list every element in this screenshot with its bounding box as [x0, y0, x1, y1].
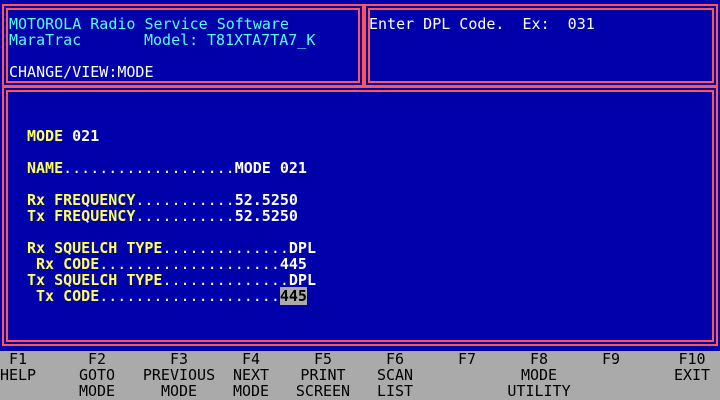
- field-label: Tx CODE: [27, 287, 100, 305]
- function-key-f4[interactable]: F4 NEXT MODE: [211, 351, 291, 399]
- key-label-line1: HELP: [0, 366, 37, 384]
- app-title: MOTOROLA Radio Service Software: [9, 15, 289, 33]
- key-name: F4: [241, 350, 261, 368]
- function-key-f6[interactable]: F6 SCAN LIST: [355, 351, 435, 399]
- key-name: F5: [313, 350, 333, 368]
- key-label-line2: MODE: [232, 382, 270, 400]
- field-label: NAME: [27, 159, 64, 177]
- key-label-line2: [0, 383, 58, 399]
- field-rx-squelch-type[interactable]: Rx SQUELCH TYPE..............DPL: [27, 240, 316, 256]
- key-name: F6: [385, 350, 405, 368]
- field-rx-frequency[interactable]: Rx FREQUENCY...........52.5250: [27, 192, 298, 208]
- field-dots: ...................: [63, 159, 235, 177]
- function-key-f10[interactable]: F10 EXIT: [652, 351, 720, 399]
- key-label-line1: [571, 367, 651, 383]
- function-key-f2[interactable]: F2 GOTO MODE: [57, 351, 137, 399]
- mode-heading: MODE 021: [27, 127, 100, 145]
- key-name: F10: [678, 350, 706, 368]
- product-name: MaraTrac: [9, 31, 82, 49]
- key-name: F9: [601, 350, 621, 368]
- key-label-line2: UTILITY: [507, 382, 571, 400]
- field-tx-squelch-type[interactable]: Tx SQUELCH TYPE..............DPL: [27, 272, 316, 288]
- field-name[interactable]: NAME...................MODE 021: [27, 160, 307, 176]
- field-dots: ....................: [99, 287, 280, 305]
- key-label-line1: PRINT: [300, 366, 346, 384]
- model-label: Model:: [144, 31, 199, 49]
- key-label-line2: LIST: [376, 382, 414, 400]
- key-label-line1: SCAN: [376, 366, 414, 384]
- field-value[interactable]: 52.5250: [235, 207, 298, 225]
- field-value[interactable]: 445: [279, 287, 307, 305]
- key-name: F3: [169, 350, 189, 368]
- function-key-f3[interactable]: F3 PREVIOUS MODE: [139, 351, 219, 399]
- key-label-line1: PREVIOUS: [142, 366, 216, 384]
- field-rx-code[interactable]: Rx CODE....................445: [27, 256, 307, 272]
- key-name: F1: [8, 350, 28, 368]
- key-name: F7: [457, 350, 477, 368]
- key-label-line2: SCREEN: [295, 382, 351, 400]
- key-label-line2: [571, 383, 651, 399]
- field-tx-frequency[interactable]: Tx FREQUENCY...........52.5250: [27, 208, 298, 224]
- key-label-line1: NEXT: [232, 366, 270, 384]
- function-key-f1[interactable]: F1 HELP: [0, 351, 58, 399]
- screen-path: CHANGE/VIEW:MODE: [9, 63, 154, 81]
- model-value: T81XTA7TA7_K: [207, 31, 316, 49]
- function-key-f5[interactable]: F5 PRINT SCREEN: [283, 351, 363, 399]
- field-dots: ...........: [135, 207, 235, 225]
- key-name: F2: [87, 350, 107, 368]
- field-value[interactable]: MODE 021: [235, 159, 307, 177]
- field-label: Tx FREQUENCY: [27, 207, 136, 225]
- field-tx-code[interactable]: Tx CODE....................445: [27, 287, 307, 305]
- key-label-line2: MODE: [160, 382, 198, 400]
- key-label-line1: MODE: [520, 366, 558, 384]
- key-name: F8: [529, 350, 549, 368]
- prompt-text: Enter DPL Code. Ex: 031: [369, 15, 595, 33]
- key-label-line1: [427, 367, 507, 383]
- key-label-line2: MODE: [78, 382, 116, 400]
- function-key-f7[interactable]: F7: [427, 351, 507, 399]
- key-label-line2: [652, 383, 720, 399]
- key-label-line1: EXIT: [673, 366, 711, 384]
- key-label-line2: [427, 383, 507, 399]
- key-label-line1: GOTO: [78, 366, 116, 384]
- function-key-bar: F1 HELP F2 GOTO MODE F3 PREVIOUS MODE F4 NEXT MODE…: [0, 351, 720, 400]
- function-key-f9[interactable]: F9: [571, 351, 651, 399]
- function-key-f8[interactable]: F8 MODE UTILITY: [499, 351, 579, 399]
